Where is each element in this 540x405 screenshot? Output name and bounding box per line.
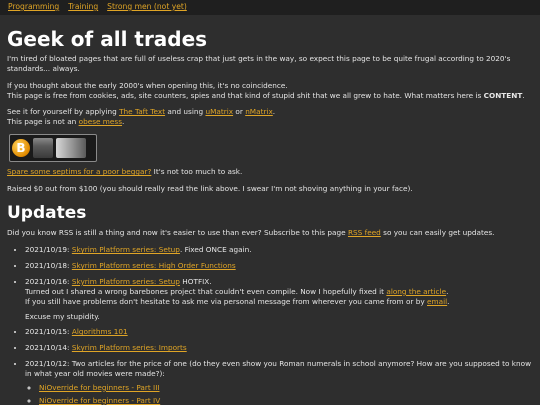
page-title: Geek of all trades (7, 27, 208, 51)
updates-heading: Updates (7, 202, 87, 223)
nav-link-programming[interactable]: Programming (8, 2, 59, 15)
list-item: 2021/10/19: Skyrim Platform series: Setu… (25, 245, 532, 255)
update-link[interactable]: Algorithms 101 (72, 327, 128, 336)
list-item: 2021/10/12: Two articles for the price o… (25, 359, 532, 405)
portrait-image-2 (56, 138, 86, 159)
rss-paragraph: Did you know RSS is still a thing and no… (7, 228, 532, 238)
email-link[interactable]: email (427, 297, 447, 306)
hotfix-text: Excuse my stupidity. (25, 311, 100, 321)
rss-feed-link[interactable]: RSS feed (348, 228, 381, 237)
update-link[interactable]: Skyrim Platform series: High Order Funct… (72, 261, 236, 270)
see-text: and using (165, 107, 206, 117)
sub-list-item: NiOverride for beginners - Part III (39, 383, 532, 393)
nav-link-strong-men[interactable]: Strong men (not yet) (107, 2, 187, 15)
hotfix-text: . (446, 286, 449, 296)
nmatrix-link[interactable]: nMatrix (245, 107, 273, 116)
update-text: HOTFIX. (179, 276, 212, 286)
sub-link[interactable]: NiOverride for beginners - Part IV (39, 396, 160, 405)
intro-line: This page is free from cookies, ads, sit… (7, 90, 484, 100)
list-item: 2021/10/16: Skyrim Platform series: Setu… (25, 277, 532, 321)
update-link[interactable]: Skyrim Platform series: Setup (72, 277, 180, 286)
donation-text: It's not too much to ask. (151, 167, 243, 177)
intro-line: If you thought about the early 2000's wh… (7, 80, 288, 90)
hotfix-text: Turned out I shared a wrong barebones pr… (25, 286, 387, 296)
list-item: 2021/10/15: Algorithms 101 (25, 327, 532, 337)
intro-paragraph-2: If you thought about the early 2000's wh… (7, 81, 532, 101)
bitcoin-icon: B (12, 139, 30, 158)
update-date: 2021/10/18: (25, 261, 72, 271)
obese-text: . (122, 117, 125, 127)
along-article-link[interactable]: along the article (386, 287, 446, 296)
update-date: 2021/10/15: (25, 327, 72, 337)
spare-septims-link[interactable]: Spare some septims for a poor beggar? (7, 167, 151, 176)
taft-text-link[interactable]: The Taft Text (119, 107, 165, 116)
top-nav: Programming Training Strong men (not yet… (0, 0, 540, 15)
update-text: 2021/10/12: Two articles for the price o… (25, 359, 532, 378)
hotfix-text: . (447, 296, 450, 306)
see-text: See it for yourself by applying (7, 107, 120, 117)
see-it-paragraph: See it for yourself by applying The Taft… (7, 107, 532, 127)
list-item: 2021/10/18: Skyrim Platform series: High… (25, 261, 532, 271)
umatrix-link[interactable]: uMatrix (205, 107, 233, 116)
update-date: 2021/10/16: (25, 276, 72, 286)
update-link[interactable]: Skyrim Platform series: Setup (72, 245, 180, 254)
sub-list-item: NiOverride for beginners - Part IV (39, 396, 532, 405)
list-item: 2021/10/14: Skyrim Platform series: Impo… (25, 343, 532, 353)
donation-paragraph: Spare some septims for a poor beggar? It… (7, 167, 532, 177)
nav-link-training[interactable]: Training (68, 2, 98, 15)
obese-mess-link[interactable]: obese mess (79, 117, 122, 126)
raised-text: Raised $0 out from $100 (you should real… (7, 183, 413, 193)
see-text: or (233, 107, 246, 117)
sub-link[interactable]: NiOverride for beginners - Part III (39, 383, 160, 392)
update-text: . Fixed ONCE again. (179, 245, 252, 255)
donation-badge[interactable]: B (9, 134, 97, 163)
content-emphasis: CONTENT (483, 90, 523, 100)
portrait-image (33, 138, 53, 159)
text-punctuation: . (522, 90, 525, 100)
update-date: 2021/10/19: (25, 245, 72, 255)
sub-list: NiOverride for beginners - Part III NiOv… (25, 383, 532, 405)
main-content: Geek of all trades I'm tired of bloated … (0, 15, 540, 405)
updates-list: 2021/10/19: Skyrim Platform series: Setu… (7, 245, 532, 405)
intro-paragraph: I'm tired of bloated pages that are full… (7, 54, 511, 73)
rss-text: Did you know RSS is still a thing and no… (7, 228, 348, 238)
obese-text: This page is not an (7, 117, 79, 127)
update-link[interactable]: Skyrim Platform series: Imports (72, 343, 187, 352)
see-text: . (272, 107, 276, 117)
update-date: 2021/10/14: (25, 343, 72, 353)
rss-text: so you can easily get updates. (380, 228, 495, 238)
hotfix-text: If you still have problems don't hesitat… (25, 296, 427, 306)
